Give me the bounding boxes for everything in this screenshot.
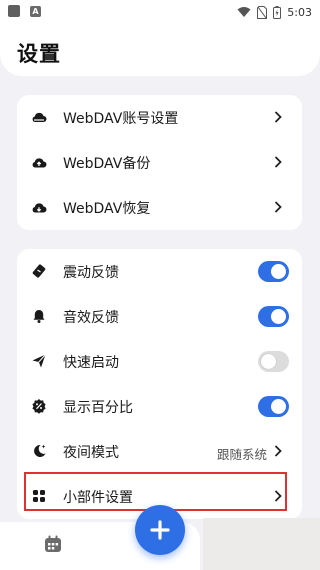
webdav-backup-row[interactable]: WebDAV备份 — [17, 140, 302, 185]
page-title: 设置 — [17, 42, 61, 66]
toggle-knob — [261, 354, 276, 369]
toggle-knob — [271, 309, 286, 324]
webdav-account-label: WebDAV账号设置 — [63, 111, 179, 127]
night-mode-value: 跟随系统 — [216, 447, 267, 462]
quick-launch-label: 快速启动 — [63, 355, 119, 371]
webdav-backup-label: WebDAV备份 — [63, 156, 151, 172]
notification-icon — [8, 5, 20, 17]
status-bar-right: 5:03 — [237, 3, 312, 21]
battery-icon — [273, 5, 282, 19]
webdav-restore-row[interactable]: WebDAV恢复 — [17, 185, 302, 230]
send-icon — [32, 354, 46, 368]
vibration-feedback-label: 震动反馈 — [63, 265, 119, 281]
chevron-right-icon — [274, 111, 282, 123]
sound-feedback-row[interactable]: 音效反馈 — [17, 294, 302, 339]
chevron-right-icon — [274, 445, 282, 457]
webdav-card: WebDAV账号设置 WebDAV备份 WebDAV恢复 — [17, 95, 302, 230]
toggle-knob — [271, 264, 286, 279]
add-fab-button[interactable] — [135, 505, 185, 555]
sound-feedback-label: 音效反馈 — [63, 310, 119, 326]
show-percentage-row[interactable]: 显示百分比 — [17, 384, 302, 429]
night-mode-row[interactable]: 夜间模式 跟随系统 — [17, 429, 302, 474]
vibration-feedback-row[interactable]: 震动反馈 — [17, 249, 302, 294]
header: 设置 — [0, 24, 320, 76]
show-percentage-toggle[interactable] — [258, 396, 289, 417]
percent-icon — [32, 399, 46, 414]
plus-icon — [150, 520, 170, 540]
calendar-icon[interactable] — [43, 534, 63, 554]
quick-launch-row[interactable]: 快速启动 — [17, 339, 302, 384]
night-mode-label: 夜间模式 — [63, 445, 119, 461]
cloud-upload-icon — [32, 158, 47, 168]
quick-launch-toggle[interactable] — [258, 351, 289, 372]
vibration-feedback-toggle[interactable] — [258, 261, 289, 282]
status-bar: A 5:03 — [0, 0, 320, 24]
app-notification-icon: A — [30, 6, 41, 17]
cloud-download-icon — [32, 203, 47, 213]
moon-icon — [34, 444, 46, 457]
vibration-icon — [32, 264, 46, 278]
webdav-account-row[interactable]: WebDAV账号设置 — [17, 95, 302, 140]
webdav-restore-label: WebDAV恢复 — [63, 201, 151, 217]
toggle-knob — [271, 399, 286, 414]
watermark — [203, 518, 320, 570]
cloud-icon — [32, 112, 47, 122]
show-percentage-label: 显示百分比 — [63, 400, 133, 416]
chevron-right-icon — [274, 201, 282, 213]
status-time: 5:03 — [287, 5, 312, 19]
sound-feedback-toggle[interactable] — [258, 306, 289, 327]
wifi-icon — [237, 7, 251, 17]
chevron-right-icon — [274, 156, 282, 168]
bell-icon — [33, 310, 45, 323]
no-sim-icon — [257, 5, 268, 19]
